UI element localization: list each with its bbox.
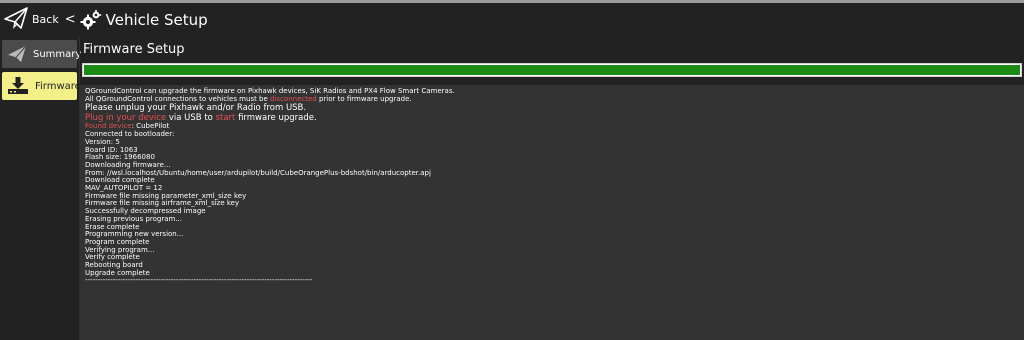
page-title: Vehicle Setup <box>105 10 208 29</box>
log-text: disconnected <box>270 94 317 103</box>
log-text: prior to firmware upgrade. <box>316 94 412 103</box>
log-line: ----------------------------------------… <box>85 276 313 285</box>
log-text: firmware upgrade. <box>235 113 317 124</box>
firmware-log[interactable]: QGroundControl can upgrade the firmware … <box>80 85 1024 340</box>
sidebar-item-label: Firmware <box>35 80 81 92</box>
log-text: start <box>215 113 236 124</box>
paper-plane-icon <box>7 43 27 65</box>
download-to-board-icon <box>7 75 29 97</box>
breadcrumb-separator: < <box>64 12 76 27</box>
log-line: Version: 5 <box>85 137 120 146</box>
sidebar-item-summary[interactable]: Summary <box>2 40 81 68</box>
log-line: All QGroundControl connections to vehicl… <box>85 94 455 104</box>
progress-fill <box>84 65 1020 75</box>
back-button[interactable]: Back <box>4 6 59 33</box>
firmware-progress-bar <box>82 63 1022 77</box>
sidebar-item-firmware[interactable]: Firmware <box>2 72 81 100</box>
sidebar-item-label: Summary <box>33 48 82 60</box>
sidebar: Summary Firmware <box>0 38 81 340</box>
log-text: All QGroundControl connections to vehicl… <box>85 94 271 103</box>
gears-icon <box>80 9 102 31</box>
log-lines: QGroundControl can upgrade the firmware … <box>85 87 455 285</box>
section-title: Firmware Setup <box>83 42 185 57</box>
log-line: Erasing previous program... <box>85 214 182 223</box>
app-header: Back < Vehicle Setup <box>0 3 1024 36</box>
log-line: Please unplug your Pixhawk and/or Radio … <box>85 103 307 114</box>
log-line: Connected to bootloader: <box>85 130 175 139</box>
paper-plane-icon <box>4 6 28 33</box>
log-line: Verifying program... <box>85 245 155 254</box>
back-label: Back <box>32 13 59 26</box>
log-text: via USB to <box>166 113 216 124</box>
